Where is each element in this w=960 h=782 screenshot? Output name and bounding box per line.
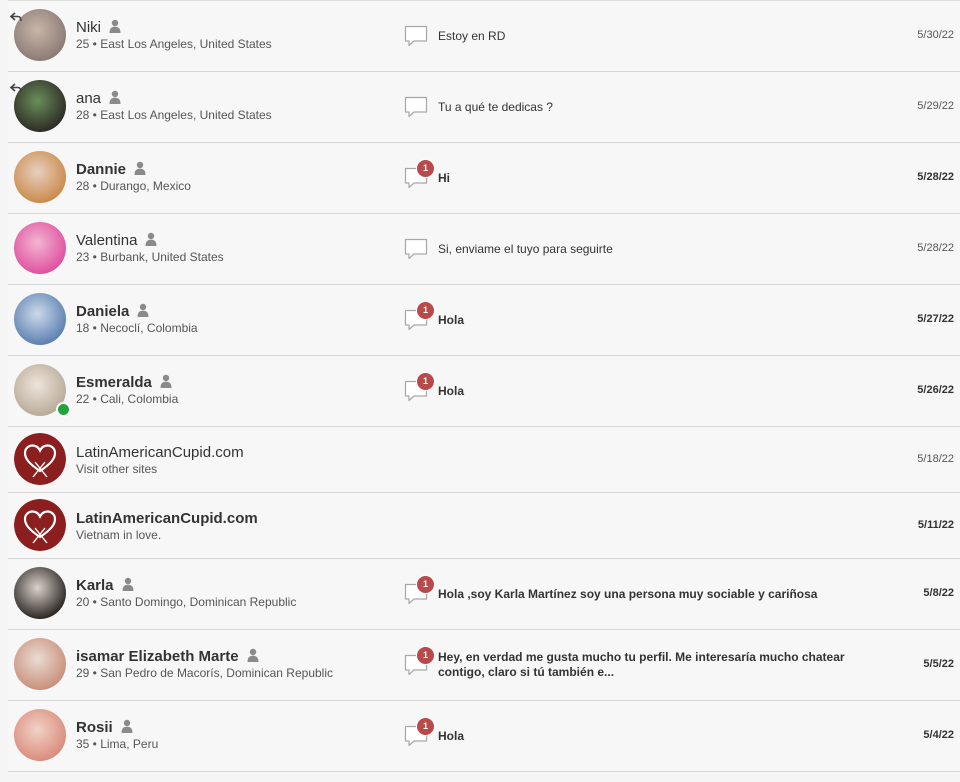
conversation-row[interactable]: Esmeralda 22 • Cali, Colombia 1 Hola 5/26/22 xyxy=(8,356,960,427)
conversation-row[interactable]: isamar Elizabeth Marte 29 • San Pedro de … xyxy=(8,630,960,701)
contact-name[interactable]: Dannie xyxy=(76,161,146,178)
profile-icon[interactable] xyxy=(145,232,157,247)
chat-bubble-icon xyxy=(404,238,428,260)
message-date: 5/18/22 xyxy=(917,453,954,465)
profile-icon[interactable] xyxy=(109,19,121,34)
message-date: 5/28/22 xyxy=(917,171,954,183)
contact-name[interactable]: Valentina xyxy=(76,232,157,249)
contact-name-text[interactable]: Esmeralda xyxy=(76,374,152,391)
unread-badge: 1 xyxy=(416,159,435,178)
unread-badge: 1 xyxy=(416,301,435,320)
message-date: 5/8/22 xyxy=(923,587,954,599)
message-preview[interactable]: Estoy en RD xyxy=(438,29,868,44)
conversation-row[interactable]: LatinAmericanCupid.com Visit other sites 5… xyxy=(8,427,960,493)
contact-name-text[interactable]: ana xyxy=(76,90,101,107)
avatar[interactable] xyxy=(14,151,66,203)
contact-details: 28 • Durango, Mexico xyxy=(76,179,191,193)
message-preview[interactable]: Hola xyxy=(438,313,868,328)
online-indicator xyxy=(56,402,71,417)
message-date: 5/30/22 xyxy=(917,29,954,41)
contact-name[interactable]: isamar Elizabeth Marte xyxy=(76,648,259,665)
contact-details: 29 • San Pedro de Macorís, Dominican Rep… xyxy=(76,666,333,680)
message-date: 5/4/22 xyxy=(923,729,954,741)
contact-details: 22 • Cali, Colombia xyxy=(76,392,179,406)
message-date: 5/29/22 xyxy=(917,100,954,112)
contact-name[interactable]: Rosii xyxy=(76,719,133,736)
profile-icon[interactable] xyxy=(137,303,149,318)
contact-name[interactable]: LatinAmericanCupid.com xyxy=(76,444,244,461)
conversation-row[interactable]: Dannie 28 • Durango, Mexico 1 Hi 5/28/22 xyxy=(8,143,960,214)
contact-name[interactable]: Niki xyxy=(76,19,121,36)
contact-name-text[interactable]: LatinAmericanCupid.com xyxy=(76,510,258,527)
conversation-list: Niki 25 • East Los Angeles, United States… xyxy=(8,0,960,772)
contact-name[interactable]: Esmeralda xyxy=(76,374,172,391)
message-preview[interactable]: Hola xyxy=(438,384,868,399)
contact-details: 28 • East Los Angeles, United States xyxy=(76,108,272,122)
profile-icon[interactable] xyxy=(160,374,172,389)
message-preview[interactable]: Tu a qué te dedicas ? xyxy=(438,100,868,115)
contact-name[interactable]: Karla xyxy=(76,577,134,594)
profile-icon[interactable] xyxy=(247,648,259,663)
site-logo[interactable] xyxy=(14,499,66,551)
contact-name[interactable]: ana xyxy=(76,90,121,107)
contact-name[interactable]: LatinAmericanCupid.com xyxy=(76,510,258,527)
chat-bubble-icon xyxy=(404,96,428,118)
profile-icon[interactable] xyxy=(121,719,133,734)
unread-badge: 1 xyxy=(416,646,435,665)
contact-name-text[interactable]: Dannie xyxy=(76,161,126,178)
site-logo[interactable] xyxy=(14,433,66,485)
profile-icon[interactable] xyxy=(134,161,146,176)
message-preview[interactable]: Hi xyxy=(438,171,868,186)
avatar[interactable] xyxy=(14,709,66,761)
unread-badge: 1 xyxy=(416,717,435,736)
contact-name-text[interactable]: Rosii xyxy=(76,719,113,736)
message-preview[interactable]: Hola xyxy=(438,729,868,744)
conversation-row[interactable]: Niki 25 • East Los Angeles, United States… xyxy=(8,1,960,72)
message-preview[interactable]: Hola ,soy Karla Martínez soy una persona… xyxy=(438,587,868,602)
message-date: 5/11/22 xyxy=(917,519,954,531)
profile-icon[interactable] xyxy=(122,577,134,592)
message-date: 5/5/22 xyxy=(923,658,954,670)
avatar[interactable] xyxy=(14,567,66,619)
conversation-row[interactable]: Daniela 18 • Necoclí, Colombia 1 Hola 5/27/2… xyxy=(8,285,960,356)
contact-name-text[interactable]: Karla xyxy=(76,577,114,594)
unread-badge: 1 xyxy=(416,372,435,391)
conversation-row[interactable]: LatinAmericanCupid.com Vietnam in love. 5/… xyxy=(8,493,960,559)
contact-details: Vietnam in love. xyxy=(76,528,162,542)
conversation-row[interactable]: Valentina 23 • Burbank, United States Si, … xyxy=(8,214,960,285)
contact-name-text[interactable]: LatinAmericanCupid.com xyxy=(76,444,244,461)
profile-icon[interactable] xyxy=(109,90,121,105)
conversation-row[interactable]: Karla 20 • Santo Domingo, Dominican Repub… xyxy=(8,559,960,630)
contact-details: 23 • Burbank, United States xyxy=(76,250,224,264)
avatar[interactable] xyxy=(14,222,66,274)
contact-details: 20 • Santo Domingo, Dominican Republic xyxy=(76,595,297,609)
avatar[interactable] xyxy=(14,638,66,690)
contact-details: Visit other sites xyxy=(76,462,158,476)
conversation-row[interactable]: ana 28 • East Los Angeles, United States T… xyxy=(8,72,960,143)
conversation-row[interactable]: Rosii 35 • Lima, Peru 1 Hola 5/4/22 xyxy=(8,701,960,772)
contact-name-text[interactable]: Daniela xyxy=(76,303,129,320)
contact-details: 35 • Lima, Peru xyxy=(76,737,159,751)
contact-details: 18 • Necoclí, Colombia xyxy=(76,321,198,335)
contact-name[interactable]: Daniela xyxy=(76,303,149,320)
avatar[interactable] xyxy=(14,293,66,345)
chat-bubble-icon xyxy=(404,25,428,47)
unread-badge: 1 xyxy=(416,575,435,594)
contact-name-text[interactable]: isamar Elizabeth Marte xyxy=(76,648,239,665)
replied-icon xyxy=(9,9,22,22)
contact-name-text[interactable]: Valentina xyxy=(76,232,137,249)
message-date: 5/26/22 xyxy=(917,384,954,396)
message-preview[interactable]: Si, enviame el tuyo para seguirte xyxy=(438,242,868,257)
message-date: 5/28/22 xyxy=(917,242,954,254)
contact-name-text[interactable]: Niki xyxy=(76,19,101,36)
message-date: 5/27/22 xyxy=(917,313,954,325)
message-preview[interactable]: Hey, en verdad me gusta mucho tu perfil.… xyxy=(438,650,868,680)
contact-details: 25 • East Los Angeles, United States xyxy=(76,37,272,51)
replied-icon xyxy=(9,80,22,93)
